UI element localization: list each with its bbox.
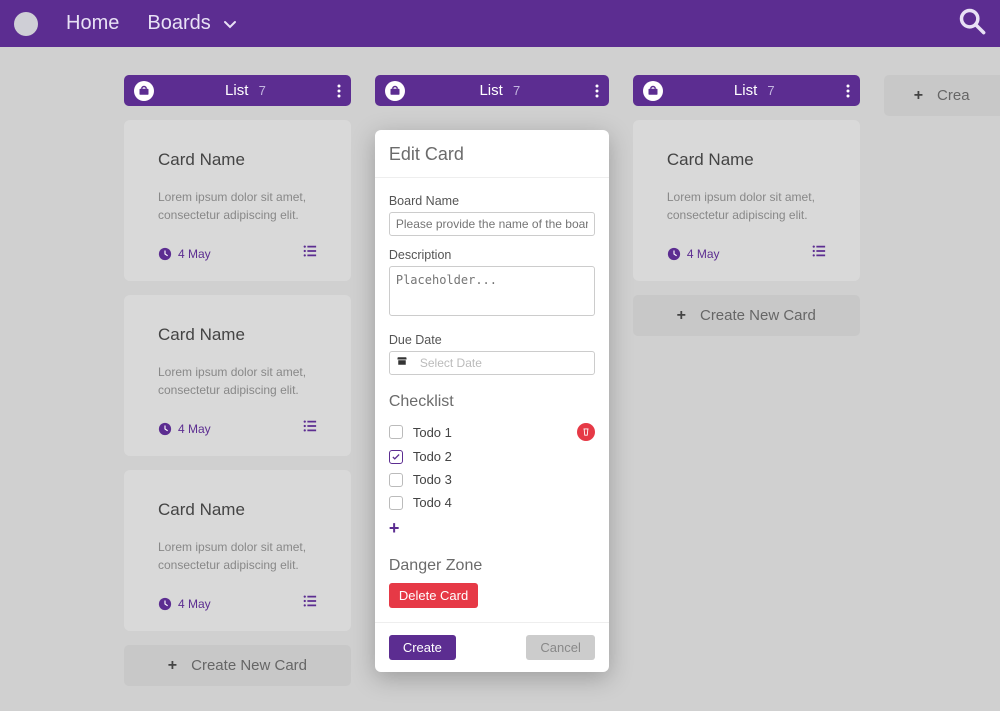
list-count: 7 — [767, 83, 774, 98]
delete-card-button[interactable]: Delete Card — [389, 583, 478, 608]
card-description: Lorem ipsum dolor sit amet, consectetur … — [158, 363, 317, 399]
list-title: List 7 — [405, 82, 595, 99]
checklist-icon — [812, 244, 826, 263]
list-count: 7 — [513, 83, 520, 98]
list-header: List 7 — [124, 75, 351, 106]
card-description: Lorem ipsum dolor sit amet, consectetur … — [158, 538, 317, 574]
checklist-icon — [303, 244, 317, 263]
checklist-item[interactable]: Todo 4 — [389, 491, 595, 514]
list-header: List 7 — [633, 75, 860, 106]
list-header: List 7 — [375, 75, 609, 106]
description-label: Description — [389, 248, 595, 262]
boardname-input[interactable] — [389, 212, 595, 236]
nav-home[interactable]: Home — [66, 12, 119, 35]
card-due-date: 4 May — [158, 247, 211, 261]
create-card-label: Crea — [937, 87, 970, 104]
create-button[interactable]: Create — [389, 635, 456, 660]
card[interactable]: Card Name Lorem ipsum dolor sit amet, co… — [124, 470, 351, 631]
board-area: List 7 Card Name Lorem ipsum dolor sit a… — [0, 47, 1000, 686]
search-icon[interactable] — [958, 7, 986, 40]
list-icon — [643, 81, 663, 101]
create-card-button[interactable]: + Create New Card — [124, 645, 351, 686]
checklist-item-label: Todo 2 — [413, 449, 452, 464]
card[interactable]: Card Name Lorem ipsum dolor sit amet, co… — [124, 120, 351, 281]
list-column: List 7 Card Name Lorem ipsum dolor sit a… — [124, 75, 351, 686]
checklist-item-label: Todo 3 — [413, 472, 452, 487]
checklist-item[interactable]: Todo 2 — [389, 445, 595, 468]
calendar-icon — [396, 354, 408, 372]
checkbox-icon[interactable] — [389, 473, 403, 487]
list-icon — [385, 81, 405, 101]
list-menu-icon[interactable] — [595, 84, 599, 98]
card-description: Lorem ipsum dolor sit amet, consectetur … — [667, 188, 826, 224]
card-title: Card Name — [158, 325, 317, 345]
checklist-title: Checklist — [389, 393, 595, 411]
nav-boards[interactable]: Boards — [147, 12, 238, 35]
checklist-item-label: Todo 4 — [413, 495, 452, 510]
duedate-input[interactable]: Select Date — [389, 351, 595, 375]
list-column: List 7 Edit Card Board Name Description … — [375, 75, 609, 686]
cancel-button[interactable]: Cancel — [526, 635, 594, 660]
card-due-date: 4 May — [158, 597, 211, 611]
nav-boards-label: Boards — [147, 12, 210, 34]
list-count: 7 — [259, 83, 266, 98]
checkbox-icon[interactable] — [389, 496, 403, 510]
list-title: List 7 — [154, 82, 337, 99]
dialog-title: Edit Card — [389, 144, 595, 165]
list-column: List 7 Card Name Lorem ipsum dolor sit a… — [633, 75, 860, 686]
plus-icon: + — [168, 657, 177, 675]
card-description: Lorem ipsum dolor sit amet, consectetur … — [158, 188, 317, 224]
checklist-item-label: Todo 1 — [413, 425, 452, 440]
delete-todo-icon[interactable] — [577, 423, 595, 441]
list-icon — [134, 81, 154, 101]
checkbox-icon[interactable] — [389, 425, 403, 439]
description-input[interactable] — [389, 266, 595, 316]
list-column-partial: + Crea — [884, 75, 1000, 686]
checkbox-checked-icon[interactable] — [389, 450, 403, 464]
list-title: List 7 — [663, 82, 846, 99]
plus-icon: + — [677, 307, 686, 325]
create-card-label: Create New Card — [700, 307, 816, 324]
plus-icon: + — [914, 87, 923, 105]
card[interactable]: Card Name Lorem ipsum dolor sit amet, co… — [633, 120, 860, 281]
card[interactable]: Card Name Lorem ipsum dolor sit amet, co… — [124, 295, 351, 456]
card-title: Card Name — [667, 150, 826, 170]
boardname-label: Board Name — [389, 194, 595, 208]
avatar[interactable] — [14, 12, 38, 36]
checklist-item[interactable]: Todo 3 — [389, 468, 595, 491]
add-todo-button[interactable]: + — [389, 518, 595, 539]
duedate-placeholder: Select Date — [420, 356, 482, 370]
checklist-item[interactable]: Todo 1 — [389, 419, 595, 445]
create-card-button[interactable]: + Create New Card — [633, 295, 860, 336]
create-card-label: Create New Card — [191, 657, 307, 674]
list-menu-icon[interactable] — [337, 84, 341, 98]
card-due-date: 4 May — [667, 247, 720, 261]
create-card-button[interactable]: + Crea — [884, 75, 1000, 116]
danger-zone-title: Danger Zone — [389, 557, 595, 575]
edit-card-dialog: Edit Card Board Name Description Due Dat… — [375, 130, 609, 672]
checklist-icon — [303, 419, 317, 438]
card-title: Card Name — [158, 500, 317, 520]
duedate-label: Due Date — [389, 333, 595, 347]
chevron-down-icon — [222, 12, 238, 35]
checklist-icon — [303, 594, 317, 613]
card-due-date: 4 May — [158, 422, 211, 436]
top-bar: Home Boards — [0, 0, 1000, 47]
card-title: Card Name — [158, 150, 317, 170]
list-menu-icon[interactable] — [846, 84, 850, 98]
